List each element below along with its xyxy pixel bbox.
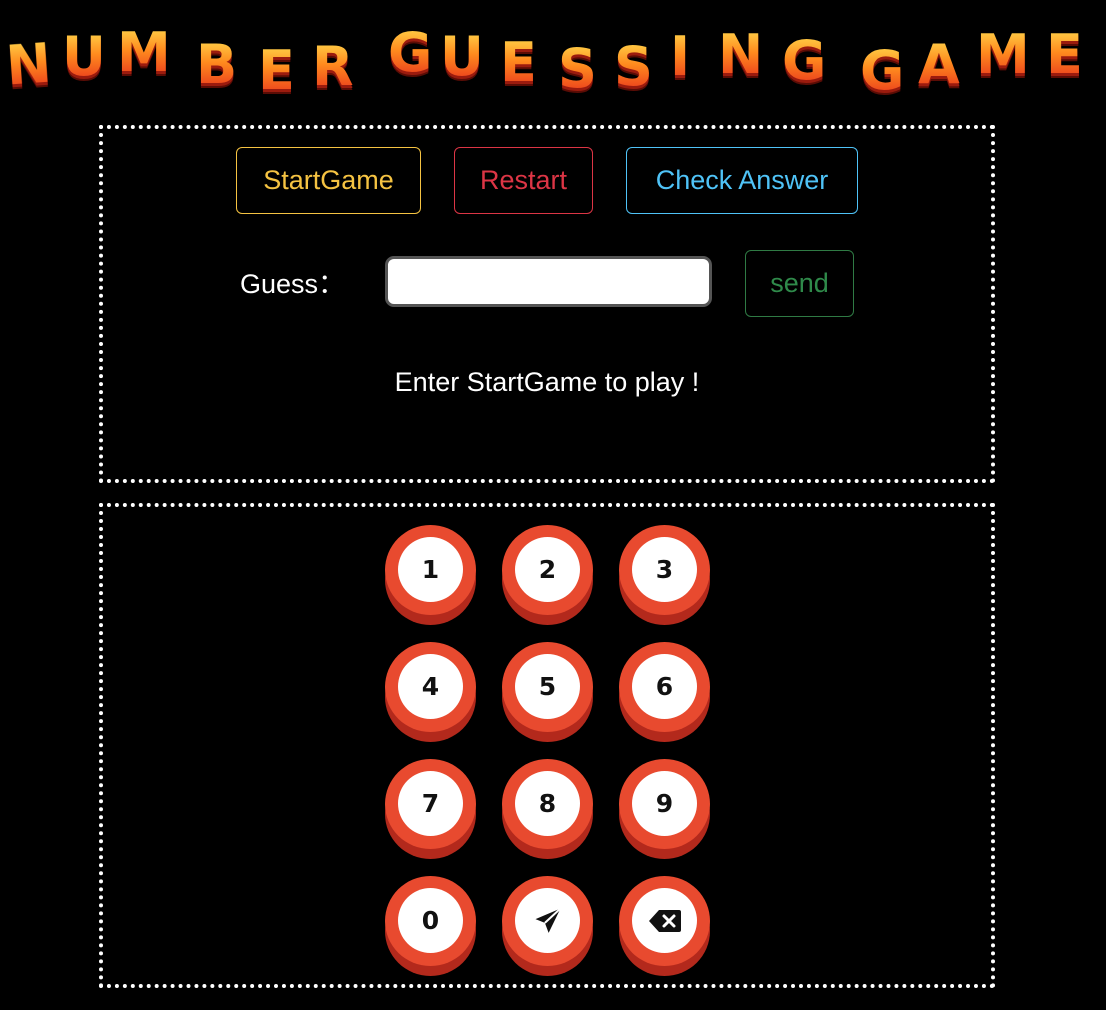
- title-letter: M: [976, 23, 1030, 86]
- title-letter: I: [670, 25, 691, 88]
- key-3[interactable]: 3: [619, 525, 710, 625]
- key-label: 5: [515, 654, 580, 719]
- title-letter: G: [860, 39, 905, 102]
- title-letter: G: [388, 21, 433, 84]
- title-letter: N: [3, 31, 54, 98]
- key-1[interactable]: 1: [385, 525, 476, 625]
- guess-label: Guess：: [240, 269, 346, 299]
- guess-input[interactable]: [385, 256, 712, 307]
- key-label: 6: [632, 654, 697, 719]
- status-message: Enter StartGame to play !: [394, 367, 700, 397]
- key-label: 8: [515, 771, 580, 836]
- key-2[interactable]: 2: [502, 525, 593, 625]
- game-title: N U M B E R G U E S S I N G G A M E: [0, 0, 1106, 110]
- key-label: 4: [398, 654, 463, 719]
- key-backspace[interactable]: [619, 876, 710, 976]
- title-letter: E: [258, 39, 295, 102]
- title-letter: U: [62, 25, 106, 88]
- key-submit[interactable]: [502, 876, 593, 976]
- title-letter: E: [1046, 23, 1083, 86]
- restart-button[interactable]: Restart: [454, 147, 593, 214]
- title-letter: U: [440, 25, 484, 88]
- key-8[interactable]: 8: [502, 759, 593, 859]
- key-9[interactable]: 9: [619, 759, 710, 859]
- key-4[interactable]: 4: [385, 642, 476, 742]
- title-letter: R: [312, 35, 354, 98]
- key-label: 3: [632, 537, 697, 602]
- backspace-icon: [632, 888, 697, 953]
- title-letter: A: [918, 33, 960, 96]
- paper-plane-icon: [515, 888, 580, 953]
- title-letter: N: [718, 23, 764, 86]
- start-game-button[interactable]: StartGame: [236, 147, 421, 214]
- key-label: 1: [398, 537, 463, 602]
- key-label: 2: [515, 537, 580, 602]
- key-6[interactable]: 6: [619, 642, 710, 742]
- send-button[interactable]: send: [745, 250, 854, 317]
- key-5[interactable]: 5: [502, 642, 593, 742]
- title-letter: B: [196, 33, 238, 96]
- title-letter: E: [500, 31, 537, 94]
- title-letter: M: [117, 21, 171, 84]
- title-letter: G: [782, 29, 827, 92]
- key-label: 9: [632, 771, 697, 836]
- title-letter: S: [614, 35, 653, 98]
- key-label: 7: [398, 771, 463, 836]
- key-7[interactable]: 7: [385, 759, 476, 859]
- key-label: 0: [398, 888, 463, 953]
- check-answer-button[interactable]: Check Answer: [626, 147, 858, 214]
- title-letter: S: [558, 37, 597, 100]
- key-0[interactable]: 0: [385, 876, 476, 976]
